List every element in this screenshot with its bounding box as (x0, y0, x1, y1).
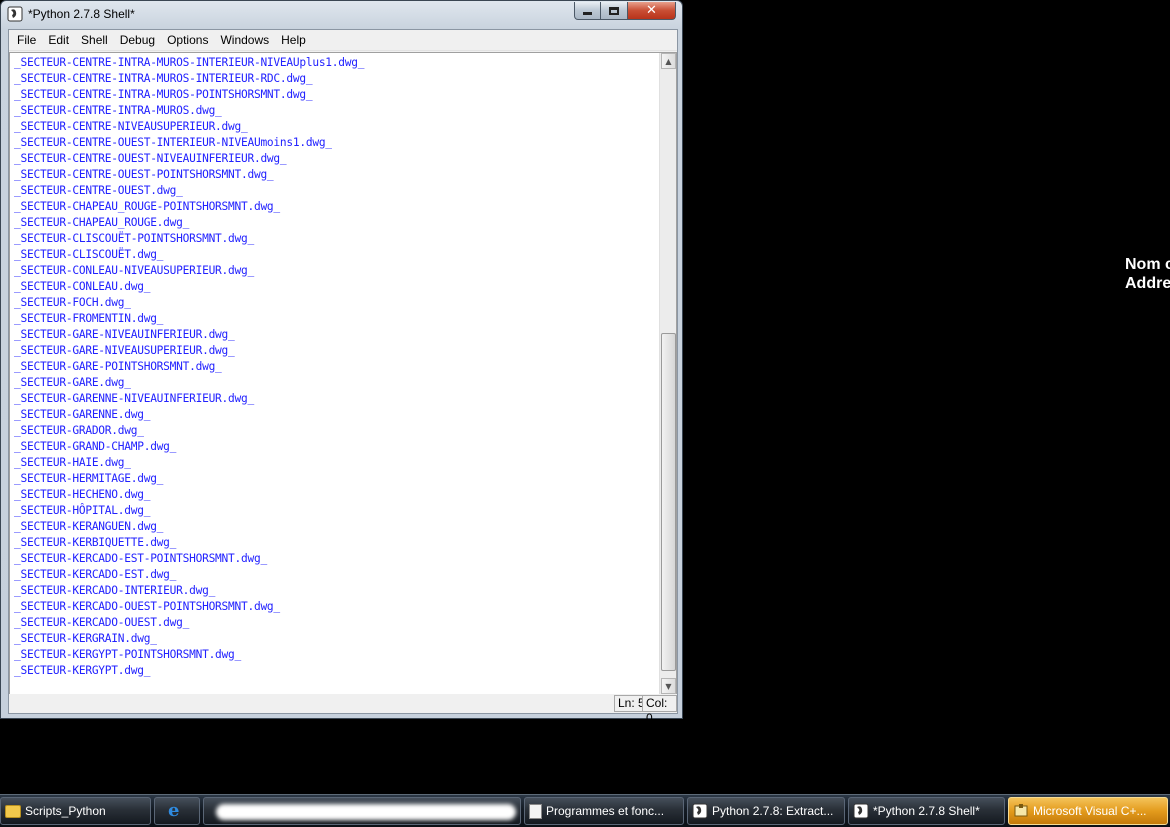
output-line: _SECTEUR-KERGRAIN.dwg_ (14, 632, 157, 645)
redacted-scribble (216, 804, 516, 820)
scroll-up-button[interactable]: ▲ (661, 53, 676, 69)
output-line: _SECTEUR-KERCADO-EST.dwg_ (14, 568, 177, 581)
output-line: _SECTEUR-HAIE.dwg_ (14, 456, 131, 469)
control-panel-icon (529, 803, 542, 819)
menu-help[interactable]: Help (275, 30, 312, 50)
output-line: _SECTEUR-CLISCOUËT.dwg_ (14, 248, 164, 261)
taskbar-item-internet-explorer[interactable]: e (154, 797, 200, 825)
output-line: _SECTEUR-GARE-NIVEAUINFERIEUR.dwg_ (14, 328, 235, 341)
output-line: _SECTEUR-FROMENTIN.dwg_ (14, 312, 164, 325)
taskbar-item-python-shell[interactable]: *Python 2.7.8 Shell* (848, 797, 1005, 825)
taskbar: Scripts_Python e Programmes et fonc... P… (0, 794, 1170, 827)
shell-editor[interactable]: _SECTEUR-CENTRE-INTRA-MUROS-INTERIEUR-NI… (9, 52, 677, 695)
scroll-down-button[interactable]: ▼ (661, 678, 676, 694)
arrow-down-icon: ▼ (665, 681, 672, 691)
output-line: _SECTEUR-KERGYPT-POINTSHORSMNT.dwg_ (14, 648, 241, 661)
output-line: _SECTEUR-GARE.dwg_ (14, 376, 131, 389)
window-client-area: File Edit Shell Debug Options Windows He… (8, 29, 678, 725)
output-line: _SECTEUR-CENTRE-INTRA-MUROS.dwg_ (14, 104, 222, 117)
output-line: _SECTEUR-FOCH.dwg_ (14, 296, 131, 309)
output-line: _SECTEUR-GARENNE-NIVEAUINFERIEUR.dwg_ (14, 392, 254, 405)
output-line: _SECTEUR-KERANGUEN.dwg_ (14, 520, 164, 533)
maximize-icon (609, 6, 619, 15)
taskbar-item-label: Scripts_Python (25, 804, 106, 818)
output-line: _SECTEUR-CENTRE-NIVEAUSUPERIEUR.dwg_ (14, 120, 248, 133)
status-column: Col: 0 (642, 695, 677, 725)
scroll-thumb[interactable] (661, 333, 676, 671)
output-line: _SECTEUR-CENTRE-OUEST-INTERIEUR-NIVEAUmo… (14, 136, 332, 149)
taskbar-item-python-extract[interactable]: Python 2.7.8: Extract... (687, 797, 845, 825)
taskbar-item-label: Programmes et fonc... (546, 804, 665, 818)
vertical-scrollbar[interactable]: ▲ ▼ (659, 53, 676, 694)
close-button[interactable]: ✕ (628, 2, 676, 20)
title-bar[interactable]: *Python 2.7.8 Shell* ✕ (1, 1, 682, 27)
output-line: _SECTEUR-CENTRE-OUEST-NIVEAUINFERIEUR.dw… (14, 152, 287, 165)
output-line: _SECTEUR-HÔPITAL.dwg_ (14, 504, 151, 517)
menu-options[interactable]: Options (161, 30, 214, 50)
output-line: _SECTEUR-KERBIQUETTE.dwg_ (14, 536, 177, 549)
caption-buttons: ✕ (574, 2, 676, 20)
output-line: _SECTEUR-CHAPEAU_ROUGE-POINTSHORSMNT.dwg… (14, 200, 280, 213)
output-line: _SECTEUR-GARE-NIVEAUSUPERIEUR.dwg_ (14, 344, 235, 357)
taskbar-item-label: Python 2.7.8: Extract... (712, 804, 834, 818)
minimize-icon (583, 12, 592, 15)
taskbar-item-label: *Python 2.7.8 Shell* (873, 804, 980, 818)
close-icon: ✕ (646, 3, 657, 18)
menu-debug[interactable]: Debug (114, 30, 161, 50)
output-line: _SECTEUR-KERCADO-OUEST-POINTSHORSMNT.dwg… (14, 600, 280, 613)
maximize-button[interactable] (601, 2, 628, 20)
status-bar: Ln: 5 Col: 0 (9, 694, 677, 725)
window-title: *Python 2.7.8 Shell* (28, 7, 135, 21)
output-line: _SECTEUR-CONLEAU.dwg_ (14, 280, 151, 293)
arrow-up-icon: ▲ (665, 56, 672, 66)
output-line: _SECTEUR-GRADOR.dwg_ (14, 424, 144, 437)
output-line: _SECTEUR-HECHENO.dwg_ (14, 488, 151, 501)
taskbar-item-redacted[interactable] (203, 797, 521, 825)
menu-file[interactable]: File (11, 30, 42, 50)
shell-output[interactable]: _SECTEUR-CENTRE-INTRA-MUROS-INTERIEUR-NI… (10, 53, 661, 694)
python-shell-window[interactable]: *Python 2.7.8 Shell* ✕ File Edit Shell D… (0, 0, 683, 725)
idle-app-icon[interactable] (7, 6, 23, 22)
minimize-button[interactable] (574, 2, 601, 20)
folder-icon (5, 804, 21, 818)
output-line: _SECTEUR-CONLEAU-NIVEAUSUPERIEUR.dwg_ (14, 264, 254, 277)
output-line: _SECTEUR-CLISCOUËT-POINTSHORSMNT.dwg_ (14, 232, 254, 245)
output-line: _SECTEUR-GARENNE.dwg_ (14, 408, 151, 421)
internet-explorer-icon: e (168, 800, 180, 821)
menu-edit[interactable]: Edit (42, 30, 75, 50)
output-line: _SECTEUR-CENTRE-INTRA-MUROS-INTERIEUR-NI… (14, 56, 365, 69)
output-line: _SECTEUR-KERCADO-EST-POINTSHORSMNT.dwg_ (14, 552, 267, 565)
taskbar-item-scripts-python[interactable]: Scripts_Python (0, 797, 151, 825)
python-icon (853, 803, 869, 819)
taskbar-item-label: Microsoft Visual C+... (1033, 804, 1147, 818)
output-line: _SECTEUR-KERGYPT.dwg_ (14, 664, 151, 677)
output-line: _SECTEUR-CENTRE-OUEST.dwg_ (14, 184, 183, 197)
output-line: _SECTEUR-CENTRE-OUEST-POINTSHORSMNT.dwg_ (14, 168, 274, 181)
taskbar-item-programs-features[interactable]: Programmes et fonc... (524, 797, 684, 825)
menu-windows[interactable]: Windows (214, 30, 275, 50)
python-icon (692, 803, 708, 819)
output-line: _SECTEUR-GARE-POINTSHORSMNT.dwg_ (14, 360, 222, 373)
installer-icon (1014, 804, 1028, 817)
taskbar-item-visual-cpp[interactable]: Microsoft Visual C+... (1008, 797, 1168, 825)
background-label-name: Nom c (1125, 256, 1170, 273)
output-line: _SECTEUR-CENTRE-INTRA-MUROS-POINTSHORSMN… (14, 88, 313, 101)
output-line: _SECTEUR-KERCADO-INTERIEUR.dwg_ (14, 584, 216, 597)
background-label-address: Addre (1125, 275, 1170, 292)
output-line: _SECTEUR-HERMITAGE.dwg_ (14, 472, 164, 485)
menu-shell[interactable]: Shell (75, 30, 114, 50)
output-line: _SECTEUR-GRAND-CHAMP.dwg_ (14, 440, 177, 453)
output-line: _SECTEUR-KERCADO-OUEST.dwg_ (14, 616, 190, 629)
menu-bar: File Edit Shell Debug Options Windows He… (9, 30, 677, 51)
output-line: _SECTEUR-CHAPEAU_ROUGE.dwg_ (14, 216, 190, 229)
output-line: _SECTEUR-CENTRE-INTRA-MUROS-INTERIEUR-RD… (14, 72, 313, 85)
